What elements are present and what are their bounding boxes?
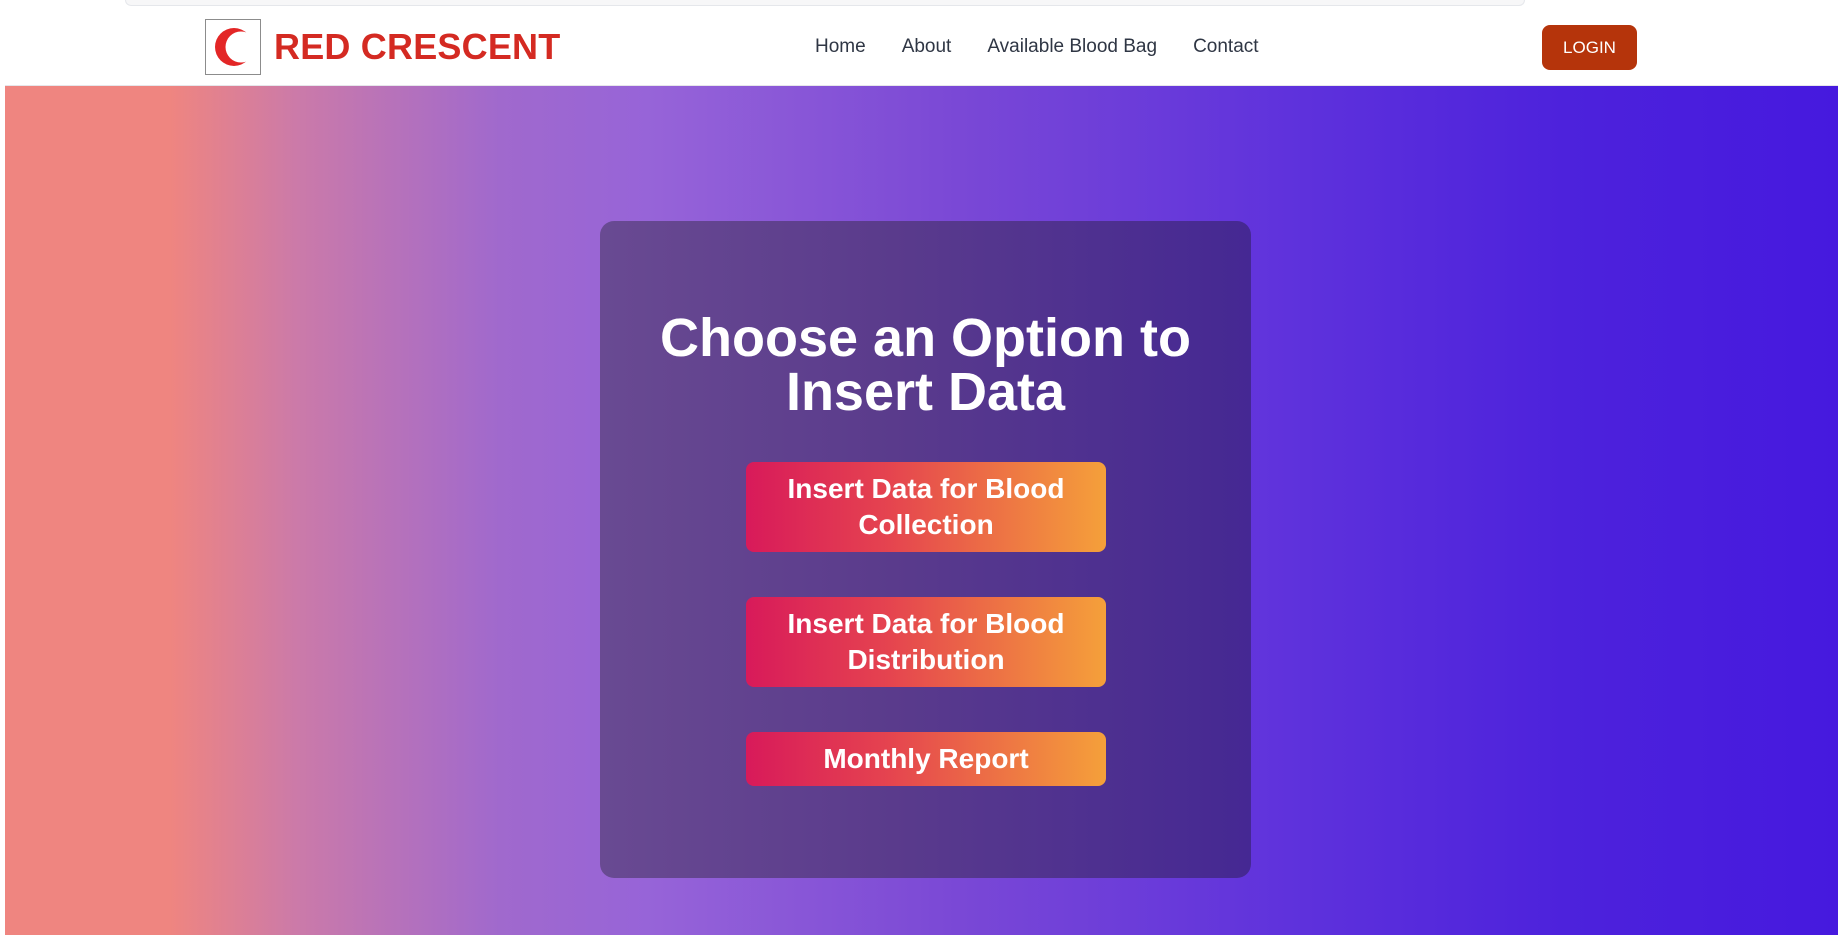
nav-link-about[interactable]: About: [902, 36, 952, 58]
crescent-icon: [215, 28, 255, 66]
logo[interactable]: [205, 19, 261, 75]
nav-link-contact[interactable]: Contact: [1193, 36, 1258, 58]
monthly-report-button[interactable]: Monthly Report: [746, 732, 1106, 786]
nav-link-home[interactable]: Home: [815, 36, 866, 58]
login-button[interactable]: LOGIN: [1542, 25, 1637, 70]
navbar: RED CRESCENT Home About Available Blood …: [5, 0, 1838, 86]
nav-menu: Home About Available Blood Bag Contact: [815, 36, 1259, 58]
browser-top-strip: [125, 0, 1525, 6]
page-title: Choose an Option to Insert Data: [660, 308, 1191, 422]
insert-blood-distribution-button[interactable]: Insert Data for Blood Distribution: [746, 597, 1106, 687]
page: RED CRESCENT Home About Available Blood …: [5, 0, 1838, 935]
hero-section: Choose an Option to Insert Data Insert D…: [5, 86, 1838, 935]
nav-link-available-blood-bag[interactable]: Available Blood Bag: [987, 36, 1157, 58]
brand-name[interactable]: RED CRESCENT: [274, 26, 560, 68]
insert-blood-collection-button[interactable]: Insert Data for Blood Collection: [746, 462, 1106, 552]
options-card: Choose an Option to Insert Data Insert D…: [600, 221, 1251, 878]
